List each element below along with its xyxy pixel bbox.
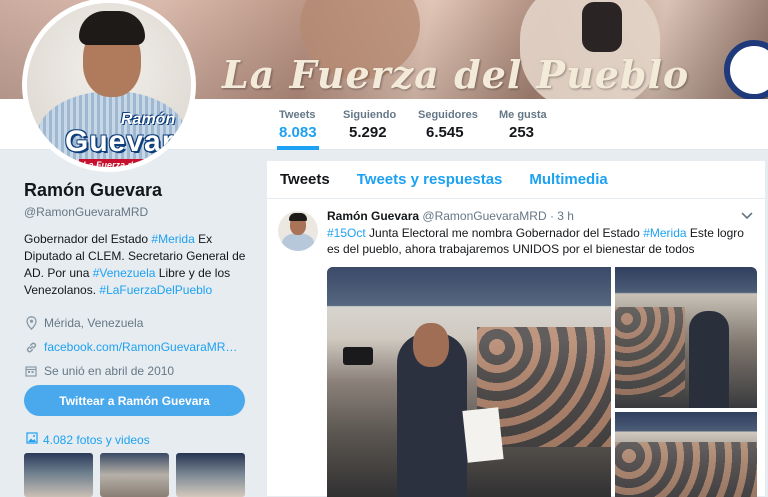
photo-camera [343, 347, 373, 365]
tweet-to-button[interactable]: Twittear a Ramón Guevara [24, 385, 245, 416]
tweet-photo-bottom-right[interactable] [615, 412, 757, 497]
photo-tent [327, 267, 611, 305]
tab-media[interactable]: Multimedia [529, 171, 607, 188]
chevron-down-icon[interactable] [741, 209, 753, 223]
profile-bio: Gobernador del Estado #Merida Ex Diputad… [24, 231, 246, 299]
tweet-avatar-hair [289, 213, 307, 221]
media-thumbnail[interactable] [176, 453, 245, 497]
media-thumbnails [24, 453, 245, 497]
media-thumbnail[interactable] [100, 453, 169, 497]
photo-crowd [615, 307, 685, 397]
tweet-author-name[interactable]: Ramón Guevara [327, 209, 419, 223]
tweet-hashtag[interactable]: #15Oct [327, 226, 366, 240]
bio-hashtag[interactable]: #LaFuerzaDelPueblo [99, 283, 212, 297]
tweet-author-handle[interactable]: @RamonGuevaraMRD [422, 209, 546, 223]
calendar-icon [24, 364, 38, 378]
photos-videos-text: 4.082 fotos y videos [43, 432, 150, 447]
tweet-header: Ramón Guevara @RamonGuevaraMRD · 3 h [327, 209, 574, 223]
timeline-tabs: Tweets Tweets y respuestas Multimedia [267, 161, 765, 199]
photo-document [462, 407, 504, 463]
profile-website: facebook.com/RamonGuevaraMR… [24, 335, 254, 359]
photo-man [689, 311, 729, 408]
photos-icon [26, 432, 38, 447]
tweet-text: #15Oct Junta Electoral me nombra Goberna… [327, 225, 757, 257]
tweet-text-part: Junta Electoral me nombra Gobernador del… [365, 226, 644, 240]
avatar-hair [79, 11, 145, 45]
website-link[interactable]: facebook.com/RamonGuevaraMR… [44, 340, 237, 354]
tab-tweets-replies[interactable]: Tweets y respuestas [357, 171, 503, 188]
banner-slogan: La Fuerza del Pueblo [222, 52, 690, 97]
profile-location: Mérida, Venezuela [24, 311, 254, 335]
photos-videos-link[interactable]: 4.082 fotos y videos [26, 432, 150, 447]
tweet-photo-main[interactable] [327, 267, 611, 497]
tweet-hashtag[interactable]: #Merida [643, 226, 686, 240]
timeline: Tweets Tweets y respuestas Multimedia Ra… [266, 160, 766, 497]
bio-text: Gobernador del Estado [24, 232, 152, 246]
avatar-logo-tagline: La Fuerza del P [79, 159, 154, 167]
profile-card: Ramón Guevara @RamonGuevaraMRD Gobernado… [24, 180, 254, 383]
stat-value: 6.545 [426, 124, 464, 141]
stat-value: 5.292 [349, 124, 387, 141]
profile-joined: Se unió en abril de 2010 [24, 359, 254, 383]
stat-value: 8.083 [279, 124, 317, 141]
bio-hashtag[interactable]: #Merida [151, 232, 194, 246]
avatar-logo: Ramón Guevara La Fuerza del P [65, 111, 193, 167]
link-icon [24, 340, 38, 354]
photo-man-head [413, 323, 449, 367]
profile-meta: Mérida, Venezuela facebook.com/RamonGuev… [24, 311, 254, 383]
tweet-timestamp[interactable]: 3 h [557, 209, 574, 223]
stat-following[interactable]: Siguiendo 5.292 [343, 109, 396, 141]
tab-tweets[interactable]: Tweets [280, 171, 330, 188]
media-thumbnail[interactable] [24, 453, 93, 497]
tweet-separator: · [549, 209, 554, 223]
profile-handle[interactable]: @RamonGuevaraMRD [24, 205, 254, 219]
tweet-photo-top-right[interactable] [615, 267, 757, 408]
profile-name[interactable]: Ramón Guevara [24, 180, 254, 201]
stat-label: Me gusta [499, 109, 547, 121]
stat-label: Tweets [279, 109, 316, 121]
stat-label: Siguiendo [343, 109, 397, 121]
stat-label: Seguidores [418, 109, 478, 121]
location-text: Mérida, Venezuela [44, 316, 144, 330]
profile-avatar[interactable]: Ramón Guevara La Fuerza del P [22, 0, 196, 172]
avatar-logo-last-name: Guevara [65, 125, 193, 158]
bio-hashtag[interactable]: #Venezuela [93, 266, 156, 280]
banner-microphone [582, 2, 622, 52]
stat-value: 253 [509, 124, 535, 141]
stat-followers[interactable]: Seguidores 6.545 [418, 109, 478, 141]
tweet-avatar[interactable] [278, 211, 318, 251]
stat-tweets[interactable]: Tweets 8.083 [277, 109, 319, 150]
stat-likes[interactable]: Me gusta 253 [499, 109, 547, 141]
tweet-avatar-shirt [282, 233, 314, 251]
joined-text: Se unió en abril de 2010 [44, 364, 175, 378]
location-icon [24, 316, 38, 330]
tweet-media [327, 267, 757, 497]
photo-crowd [615, 442, 757, 497]
